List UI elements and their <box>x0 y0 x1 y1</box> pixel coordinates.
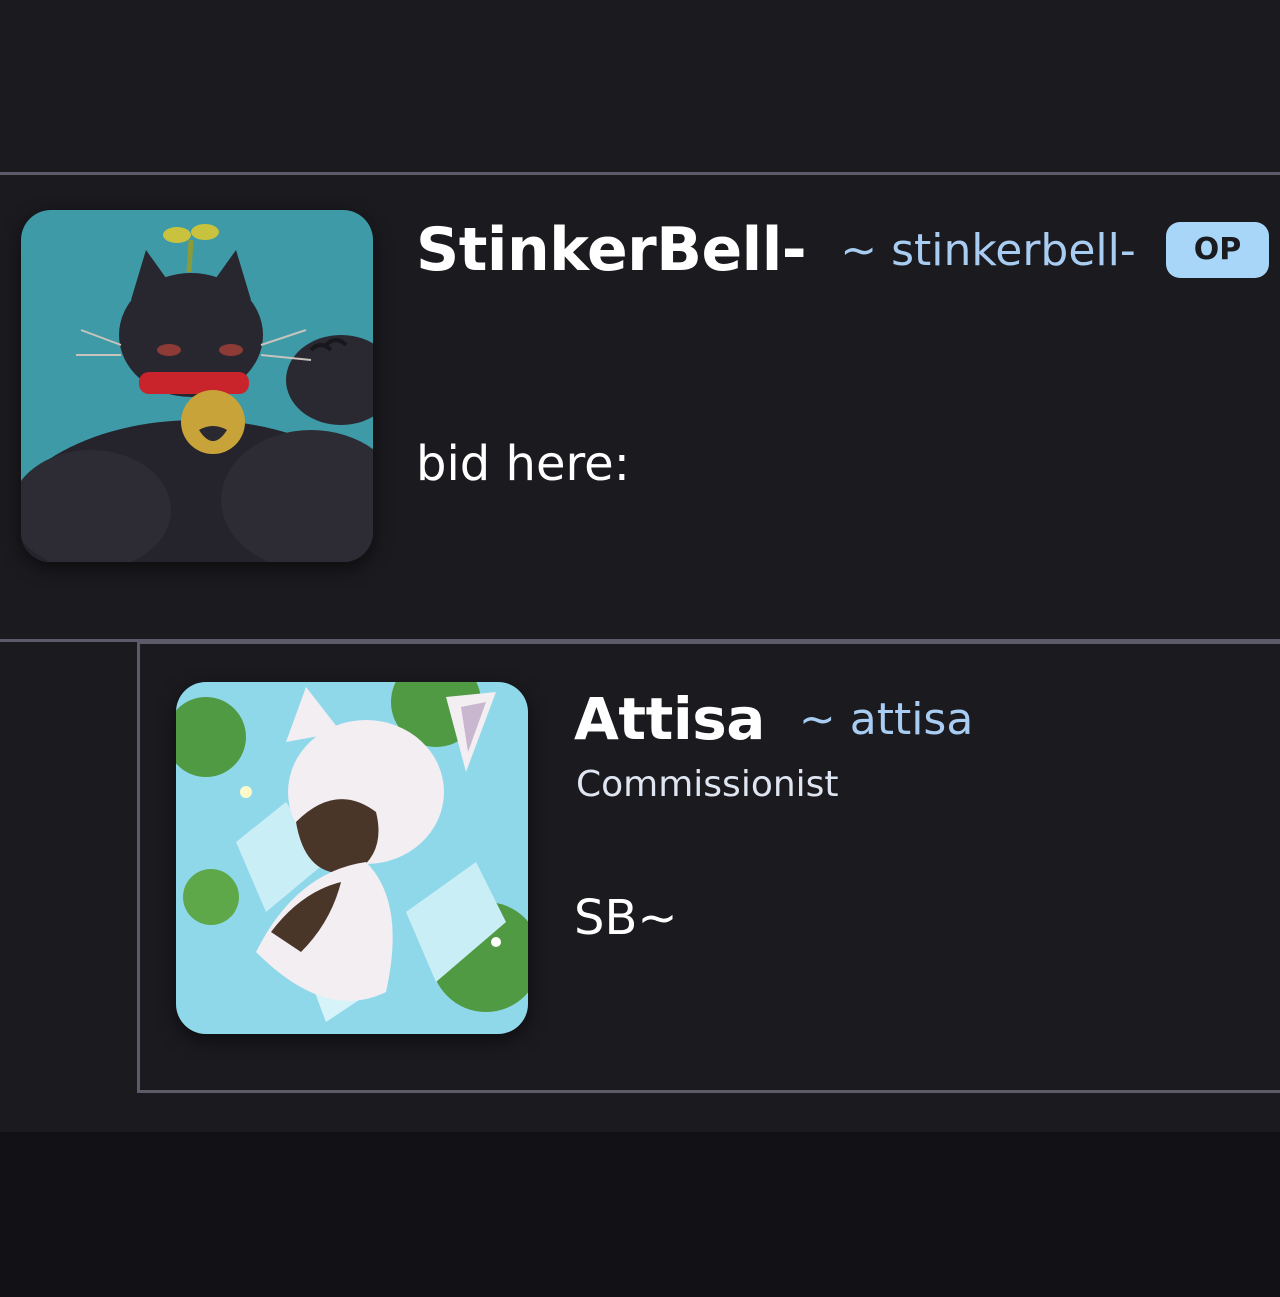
op-avatar[interactable] <box>21 210 373 562</box>
op-name-row: StinkerBell- ~ stinkerbell- OP <box>416 212 1270 288</box>
display-name[interactable]: Attisa <box>574 685 765 753</box>
white-cat-lily-pad-avatar <box>176 682 528 1034</box>
comment-thread: StinkerBell- ~ stinkerbell- OP bid here: <box>0 0 1280 1297</box>
black-cat-with-bell-avatar <box>21 210 373 562</box>
role-label: Commissionist <box>576 764 839 805</box>
reply-comment: Attisa ~ attisa Commissionist SB~ <box>0 640 1280 1100</box>
comment-text: SB~ <box>574 890 678 946</box>
footer-band <box>0 1132 1280 1297</box>
op-comment: StinkerBell- ~ stinkerbell- OP bid here: <box>0 0 1280 640</box>
display-name[interactable]: StinkerBell- <box>416 215 807 285</box>
username[interactable]: ~ attisa <box>799 694 973 745</box>
reply-avatar[interactable] <box>176 682 528 1034</box>
username[interactable]: ~ stinkerbell- <box>840 225 1136 276</box>
comment-text: bid here: <box>416 436 630 492</box>
reply-name-row: Attisa ~ attisa <box>574 684 973 754</box>
op-badge: OP <box>1165 222 1270 278</box>
